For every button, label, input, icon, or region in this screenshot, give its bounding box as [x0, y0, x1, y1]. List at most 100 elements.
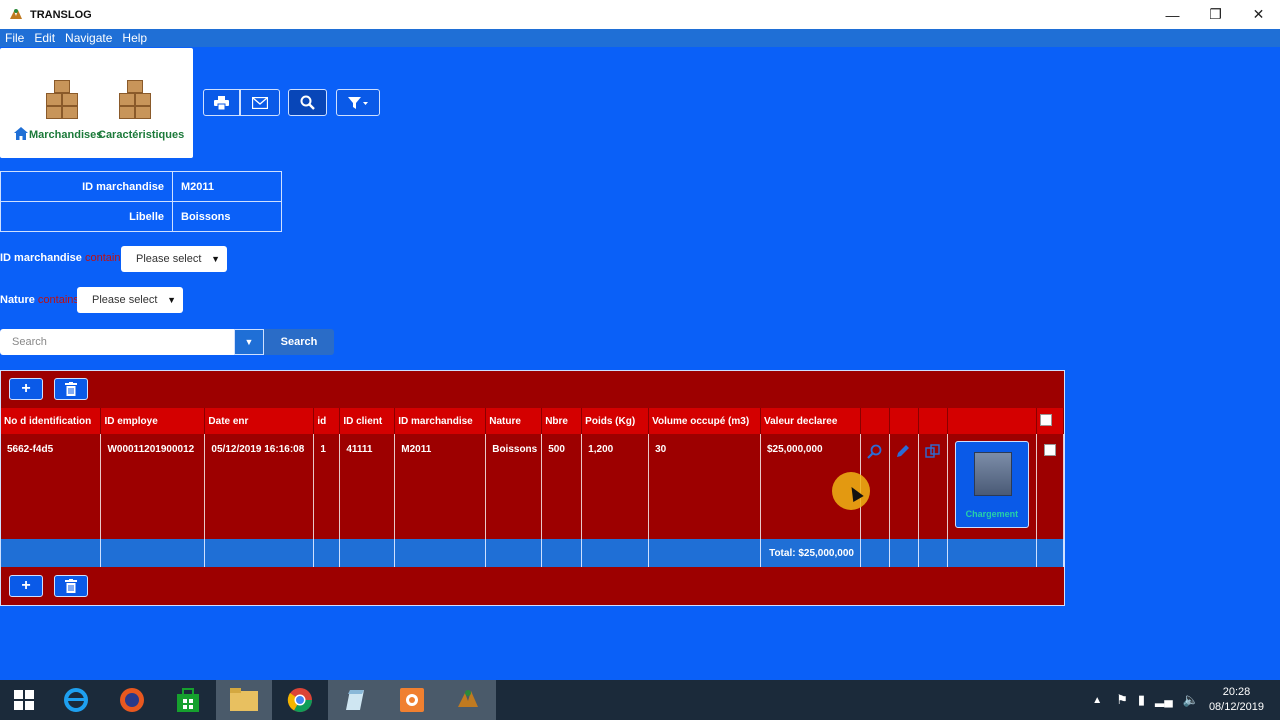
- filter-id-marchandise-select[interactable]: Please select ▼: [121, 246, 227, 272]
- copy-row-button[interactable]: [918, 434, 948, 539]
- row-select-checkbox[interactable]: [1043, 444, 1056, 456]
- caret-down-icon: ▼: [244, 337, 254, 347]
- filter-button[interactable]: [336, 89, 380, 116]
- filter-nature-select[interactable]: Please select ▼: [77, 287, 183, 313]
- system-clock[interactable]: 20:28 08/12/2019: [1209, 685, 1264, 715]
- internet-explorer-icon: [64, 688, 88, 712]
- col-header[interactable]: Nbre: [541, 408, 583, 434]
- minimize-button[interactable]: —: [1151, 0, 1194, 29]
- filter-icon: [348, 96, 368, 109]
- col-header[interactable]: Date enr: [204, 408, 315, 434]
- filter-nature-label: Nature contains: [0, 294, 79, 306]
- email-button[interactable]: [240, 89, 280, 116]
- select-all-checkbox[interactable]: [1039, 413, 1052, 426]
- filter-id-marchandise-label: ID marchandise contains: [0, 252, 126, 264]
- taskbar-app-orange[interactable]: [384, 680, 440, 720]
- menu-navigate[interactable]: Navigate: [60, 31, 117, 45]
- cell-nbre: 500: [541, 434, 583, 539]
- field-label: Libelle: [0, 201, 173, 232]
- nav-marchandises[interactable]: Marchandises: [0, 48, 102, 158]
- network-icon[interactable]: ▂▄: [1155, 693, 1173, 707]
- field-label: ID marchandise: [0, 171, 173, 202]
- col-header[interactable]: ID employe: [100, 408, 206, 434]
- totals-row: Total: $25,000,000: [1, 539, 1065, 567]
- cell-date-enr: 05/12/2019 16:16:08: [204, 434, 315, 539]
- search-toolbar-button[interactable]: [288, 89, 327, 116]
- search-input[interactable]: Search: [0, 329, 234, 355]
- total-value: Total: $25,000,000: [760, 539, 861, 567]
- plus-icon: +: [21, 380, 31, 397]
- taskbar-chrome[interactable]: [272, 680, 328, 720]
- taskbar-internet-explorer[interactable]: [48, 680, 104, 720]
- start-button[interactable]: [0, 680, 48, 720]
- delete-records-button-bottom[interactable]: [54, 575, 88, 597]
- add-record-button-bottom[interactable]: +: [9, 575, 43, 597]
- col-header[interactable]: No d identification: [1, 408, 102, 434]
- edit-row-button[interactable]: [889, 434, 919, 539]
- caret-down-icon: ▼: [167, 295, 176, 305]
- caret-down-icon: ▼: [211, 254, 220, 264]
- home-icon: [14, 127, 28, 140]
- merchandise-grid: No d identification ID employe Date enr …: [1, 408, 1065, 567]
- search-button[interactable]: Search: [264, 329, 334, 355]
- taskbar-file-explorer[interactable]: [216, 680, 272, 720]
- notepad-icon: [346, 690, 364, 710]
- windows-taskbar: ▲ ⚑ ▮ ▂▄ 🔈 20:28 08/12/2019: [0, 680, 1280, 720]
- battery-icon[interactable]: ▮: [1138, 692, 1145, 708]
- plus-icon: +: [21, 577, 31, 594]
- tray-expand-icon[interactable]: ▲: [1092, 695, 1102, 706]
- windows-logo-icon: [14, 690, 34, 710]
- container-icon: [973, 452, 1012, 496]
- clock-time: 20:28: [1222, 686, 1251, 698]
- menu-file[interactable]: File: [0, 31, 29, 45]
- clock-date: 08/12/2019: [1208, 701, 1264, 713]
- search-options-dropdown[interactable]: ▼: [234, 329, 264, 355]
- taskbar-store[interactable]: [160, 680, 216, 720]
- col-header[interactable]: Nature: [485, 408, 543, 434]
- add-record-button[interactable]: +: [9, 378, 43, 400]
- nav-caracteristiques[interactable]: Caractéristiques: [97, 48, 193, 158]
- col-header[interactable]: ID marchandise: [394, 408, 487, 434]
- cell-volume: 30: [648, 434, 761, 539]
- grid-header-row: No d identification ID employe Date enr …: [1, 408, 1065, 434]
- chrome-icon: [287, 688, 312, 713]
- field-value: M2011: [172, 171, 282, 202]
- table-row[interactable]: 5662-f4d5 W00011201900012 05/12/2019 16:…: [1, 434, 1065, 539]
- navigation-card: Marchandises Caractéristiques: [0, 48, 193, 158]
- chargement-button[interactable]: Chargement: [954, 441, 1029, 528]
- print-button[interactable]: [203, 89, 240, 116]
- restore-button[interactable]: ❐: [1194, 0, 1237, 29]
- system-tray: ▲ ⚑ ▮ ▂▄ 🔈 20:28 08/12/2019: [1092, 680, 1280, 720]
- flag-icon[interactable]: ⚑: [1116, 692, 1128, 708]
- field-value: Boissons: [172, 201, 282, 232]
- boxes-icon: [46, 80, 80, 120]
- cell-id-employe: W00011201900012: [100, 434, 206, 539]
- translog-logo-icon: [8, 7, 24, 23]
- cell-id: 1: [313, 434, 341, 539]
- copy-icon: [925, 444, 940, 458]
- taskbar-translog[interactable]: [440, 680, 496, 720]
- menu-bar: File Edit Navigate Help: [0, 29, 1280, 47]
- col-header[interactable]: Valeur declaree: [760, 408, 861, 434]
- data-grid-panel: + No d identification ID employe Date en…: [0, 370, 1065, 606]
- close-button[interactable]: ✕: [1237, 0, 1280, 29]
- taskbar-app-notes[interactable]: [328, 680, 384, 720]
- menu-help[interactable]: Help: [117, 31, 152, 45]
- delete-records-button[interactable]: [54, 378, 88, 400]
- record-detail-table: ID marchandise M2011 Libelle Boissons: [0, 171, 282, 232]
- cell-id-marchandise: M2011: [394, 434, 487, 539]
- taskbar-firefox[interactable]: [104, 680, 160, 720]
- cell-id-identification: 5662-f4d5: [1, 434, 102, 539]
- trash-icon: [65, 382, 77, 396]
- volume-icon[interactable]: 🔈: [1183, 692, 1199, 708]
- col-header[interactable]: id: [313, 408, 341, 434]
- col-header[interactable]: ID client: [339, 408, 396, 434]
- col-header[interactable]: Poids (Kg): [581, 408, 650, 434]
- menu-edit[interactable]: Edit: [29, 31, 60, 45]
- search-icon: [300, 95, 315, 110]
- cell-poids: 1,200: [581, 434, 650, 539]
- chargement-label: Chargement: [965, 509, 1019, 519]
- col-header[interactable]: Volume occupé (m3): [648, 408, 761, 434]
- nav-caracteristiques-label: Caractéristiques: [98, 129, 185, 141]
- cell-id-client: 41111: [339, 434, 396, 539]
